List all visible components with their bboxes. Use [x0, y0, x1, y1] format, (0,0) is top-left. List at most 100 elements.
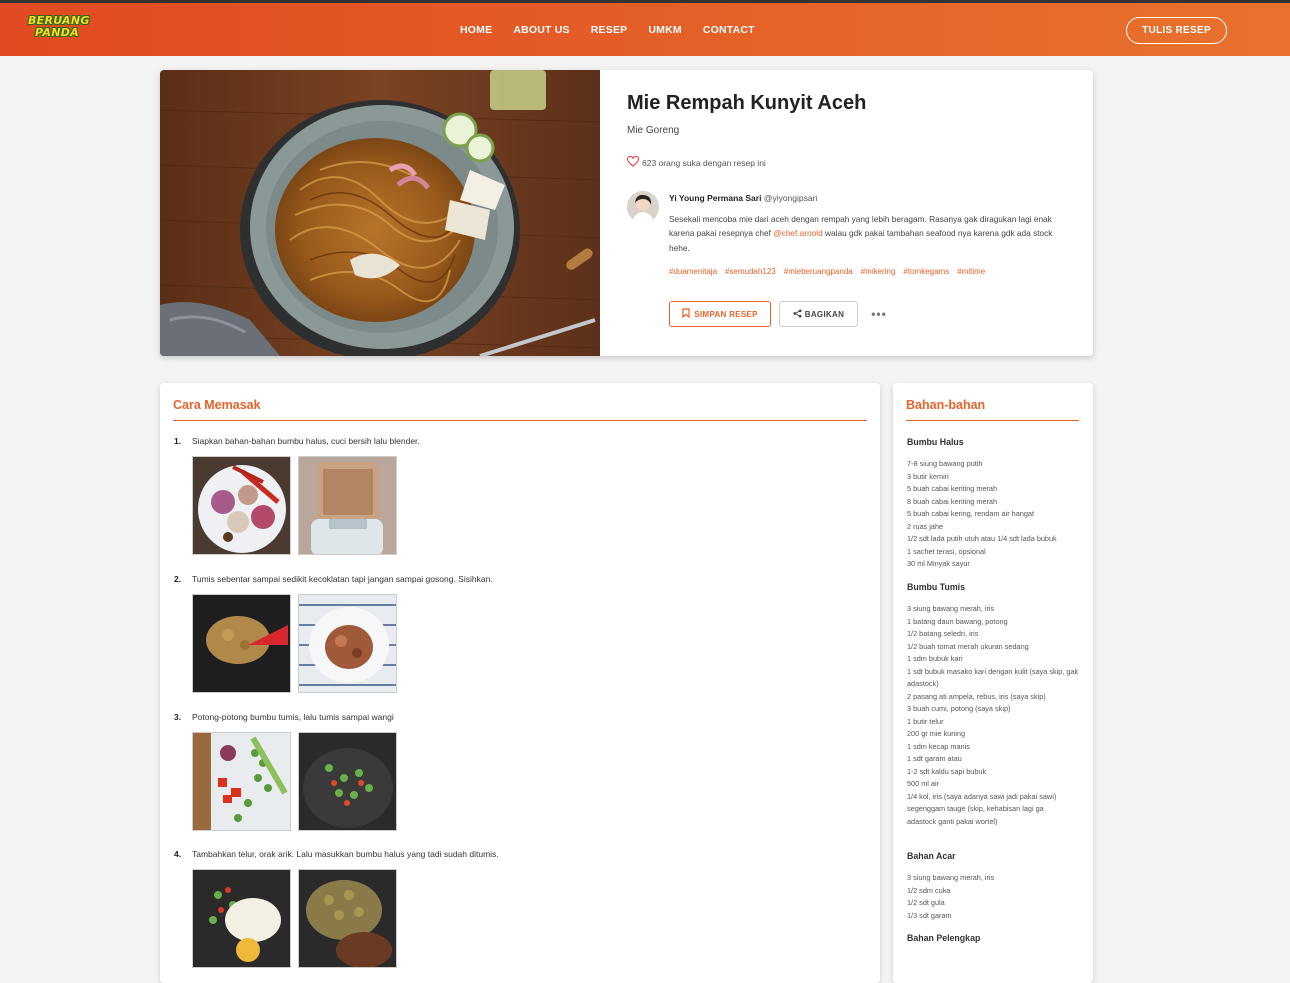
ingredient-item: 1/2 buah tomat merah ukuran sedang [907, 641, 1029, 651]
main-nav: HOME ABOUT US RESEP UMKM CONTACT [460, 3, 755, 56]
ingredient-group: Bahan Pelengkap [907, 933, 1085, 943]
step-text: Tambahkan telur, orak arik. Lalu masukka… [192, 849, 499, 859]
ingredient-item: 1/2 sdm cuka [907, 885, 951, 895]
step-number: 1. [174, 436, 182, 446]
author-name[interactable]: Yi Young Permana Sari [669, 193, 761, 203]
step-photos [192, 594, 397, 693]
hashtag-link[interactable]: #mieberuangpanda [784, 267, 853, 276]
step-photo[interactable] [192, 869, 291, 968]
steps-divider [173, 420, 867, 421]
step-photo[interactable] [192, 732, 291, 831]
recipe-title: Mie Rempah Kunyit Aceh [627, 92, 867, 114]
nav-home[interactable]: HOME [460, 24, 492, 36]
step-photo[interactable] [192, 456, 291, 555]
ingredient-list: 7-8 siung bawang putih 3 butir kemiri 5 … [907, 458, 1085, 571]
ingredient-item: 200 gr mie kuning [907, 729, 966, 738]
ingredient-list: 3 siung bawang merah, iris 1 batang daun… [907, 603, 1085, 828]
nav-resep[interactable]: RESEP [591, 24, 628, 36]
recipe-description: Sesekali mencoba mie dari aceh dengan re… [669, 212, 1064, 255]
ingredients-heading: Bahan-bahan [906, 398, 986, 412]
step-number: 4. [174, 849, 182, 859]
ingredient-item: 1 sdm kecap manis [907, 741, 970, 751]
ingredient-group: Bahan Acar 3 siung bawang merah, iris 1/… [907, 851, 1085, 922]
nav-contact[interactable]: CONTACT [703, 24, 755, 36]
recipe-actions: SIMPAN RESEP BAGIKAN ••• [669, 301, 892, 327]
write-recipe-button[interactable]: TULIS RESEP [1126, 17, 1227, 44]
ingredients-divider [906, 420, 1079, 421]
step-number: 3. [174, 712, 182, 722]
share-button[interactable]: BAGIKAN [779, 301, 858, 327]
step-photo[interactable] [192, 594, 291, 693]
share-icon [793, 308, 802, 320]
hashtag-link[interactable]: #semudah123 [725, 267, 776, 276]
ingredient-item: 2 pasang ati ampela, rebus, iris (saya s… [907, 691, 1046, 701]
more-options-icon[interactable]: ••• [866, 301, 892, 327]
author-block: Yi Young Permana Sari @yiyongipsari Sese… [669, 193, 1064, 276]
brand-logo-line2: PANDA [35, 26, 79, 39]
step-number: 2. [174, 574, 182, 584]
bookmark-icon [682, 308, 690, 320]
ingredient-item: 1/2 sdt lada putih utuh atau 1/4 sdt lad… [907, 534, 1057, 543]
brand-logo[interactable]: BERUANG PANDA [28, 14, 90, 43]
recipe-hero-card: Mie Rempah Kunyit Aceh Mie Goreng 623 or… [160, 70, 1093, 356]
hashtag-list: #duamenitaja #semudah123 #mieberuangpand… [669, 267, 1064, 276]
hashtag-link[interactable]: #tomkegams [903, 267, 949, 276]
ingredient-item: 5 buah cabai keriting merah [907, 484, 998, 493]
ingredient-item: 1 sdm bubuk kari [907, 654, 963, 663]
chef-mention-link[interactable]: @chef.arnold [773, 228, 822, 238]
step-photo[interactable] [298, 594, 397, 693]
step-text: Tumis sebentar sampai sedikit kecoklatan… [192, 574, 493, 584]
ingredient-group-title: Bahan Pelengkap [907, 933, 981, 943]
ingredient-item: 1/3 sdt garam [907, 910, 952, 920]
ingredient-group-title: Bumbu Halus [907, 437, 964, 447]
ingredient-item: 1 sachet terasi, opsional [907, 546, 986, 556]
ingredient-item: 8 buah cabai keriting merah [907, 496, 998, 506]
ingredient-group: Bumbu Halus 7-8 siung bawang putih 3 but… [907, 437, 1085, 571]
hashtag-link[interactable]: #mitime [957, 267, 985, 276]
ingredient-item: 5 buah cabai kering, rendam air hangat [907, 509, 1034, 518]
save-recipe-button[interactable]: SIMPAN RESEP [669, 301, 771, 327]
likes-row: 623 orang suka dengan resep ini [626, 155, 766, 169]
save-recipe-label: SIMPAN RESEP [694, 309, 758, 319]
ingredient-item: adastock) [907, 679, 939, 688]
steps-heading: Cara Memasak [173, 398, 261, 412]
step-photo[interactable] [298, 732, 397, 831]
step-text: Siapkan bahan-bahan bumbu halus, cuci be… [192, 436, 420, 446]
navbar: BERUANG PANDA HOME ABOUT US RESEP UMKM C… [0, 3, 1290, 56]
brand-logo-line1: BERUANG [28, 14, 90, 27]
ingredient-item: 7-8 siung bawang putih [907, 459, 983, 468]
recipe-category: Mie Goreng [627, 125, 680, 136]
step-photo[interactable] [298, 456, 397, 555]
hashtag-link[interactable]: #duamenitaja [669, 267, 717, 276]
ingredient-item: 1/2 sdt gula [907, 898, 945, 907]
ingredient-item: 3 siung bawang merah, iris [907, 604, 995, 613]
share-label: BAGIKAN [804, 309, 845, 319]
ingredient-item: 1 butir telur [907, 716, 944, 726]
recipe-hero-image [160, 70, 600, 356]
hashtag-link[interactable]: #mikering [861, 267, 896, 276]
ingredient-item: 1/4 kol, iris (saya adanya sawi jadi pak… [907, 791, 1057, 801]
step-photo[interactable] [298, 869, 397, 968]
author-line: Yi Young Permana Sari @yiyongipsari [669, 193, 1064, 203]
ingredients-card: Bahan-bahan Bumbu Halus 7-8 siung bawang… [893, 383, 1093, 983]
ingredient-item: 1/2 batang seledri, iris [907, 629, 979, 638]
ingredient-item: 1 batang daun bawang, potong [907, 616, 1008, 626]
author-handle[interactable]: @yiyongipsari [764, 193, 818, 203]
step-photos [192, 456, 397, 555]
ingredient-item: 1-2 sdt kaldu sapi bubuk [907, 766, 987, 776]
cooking-steps-card: Cara Memasak 1. Siapkan bahan-bahan bumb… [160, 383, 880, 983]
ingredient-item: 3 buah cumi, potong (saya skip) [907, 704, 1011, 713]
ingredient-item: 2 ruas jahe [907, 521, 944, 531]
nav-umkm[interactable]: UMKM [648, 24, 681, 36]
nav-about-us[interactable]: ABOUT US [513, 24, 569, 36]
ingredient-group: Bumbu Tumis 3 siung bawang merah, iris 1… [907, 582, 1085, 828]
step-text: Potong-potong bumbu tumis, lalu tumis sa… [192, 712, 394, 722]
ingredient-group-title: Bumbu Tumis [907, 582, 965, 592]
step-photos [192, 869, 397, 968]
ingredient-item: 500 ml air [907, 779, 940, 788]
ingredient-item: adastock ganti pakai wortel) [907, 816, 998, 826]
heart-icon[interactable] [626, 155, 640, 169]
ingredient-group-title: Bahan Acar [907, 851, 956, 861]
author-avatar[interactable] [627, 191, 659, 223]
ingredient-list: 3 siung bawang merah, iris 1/2 sdm cuka … [907, 872, 1085, 922]
